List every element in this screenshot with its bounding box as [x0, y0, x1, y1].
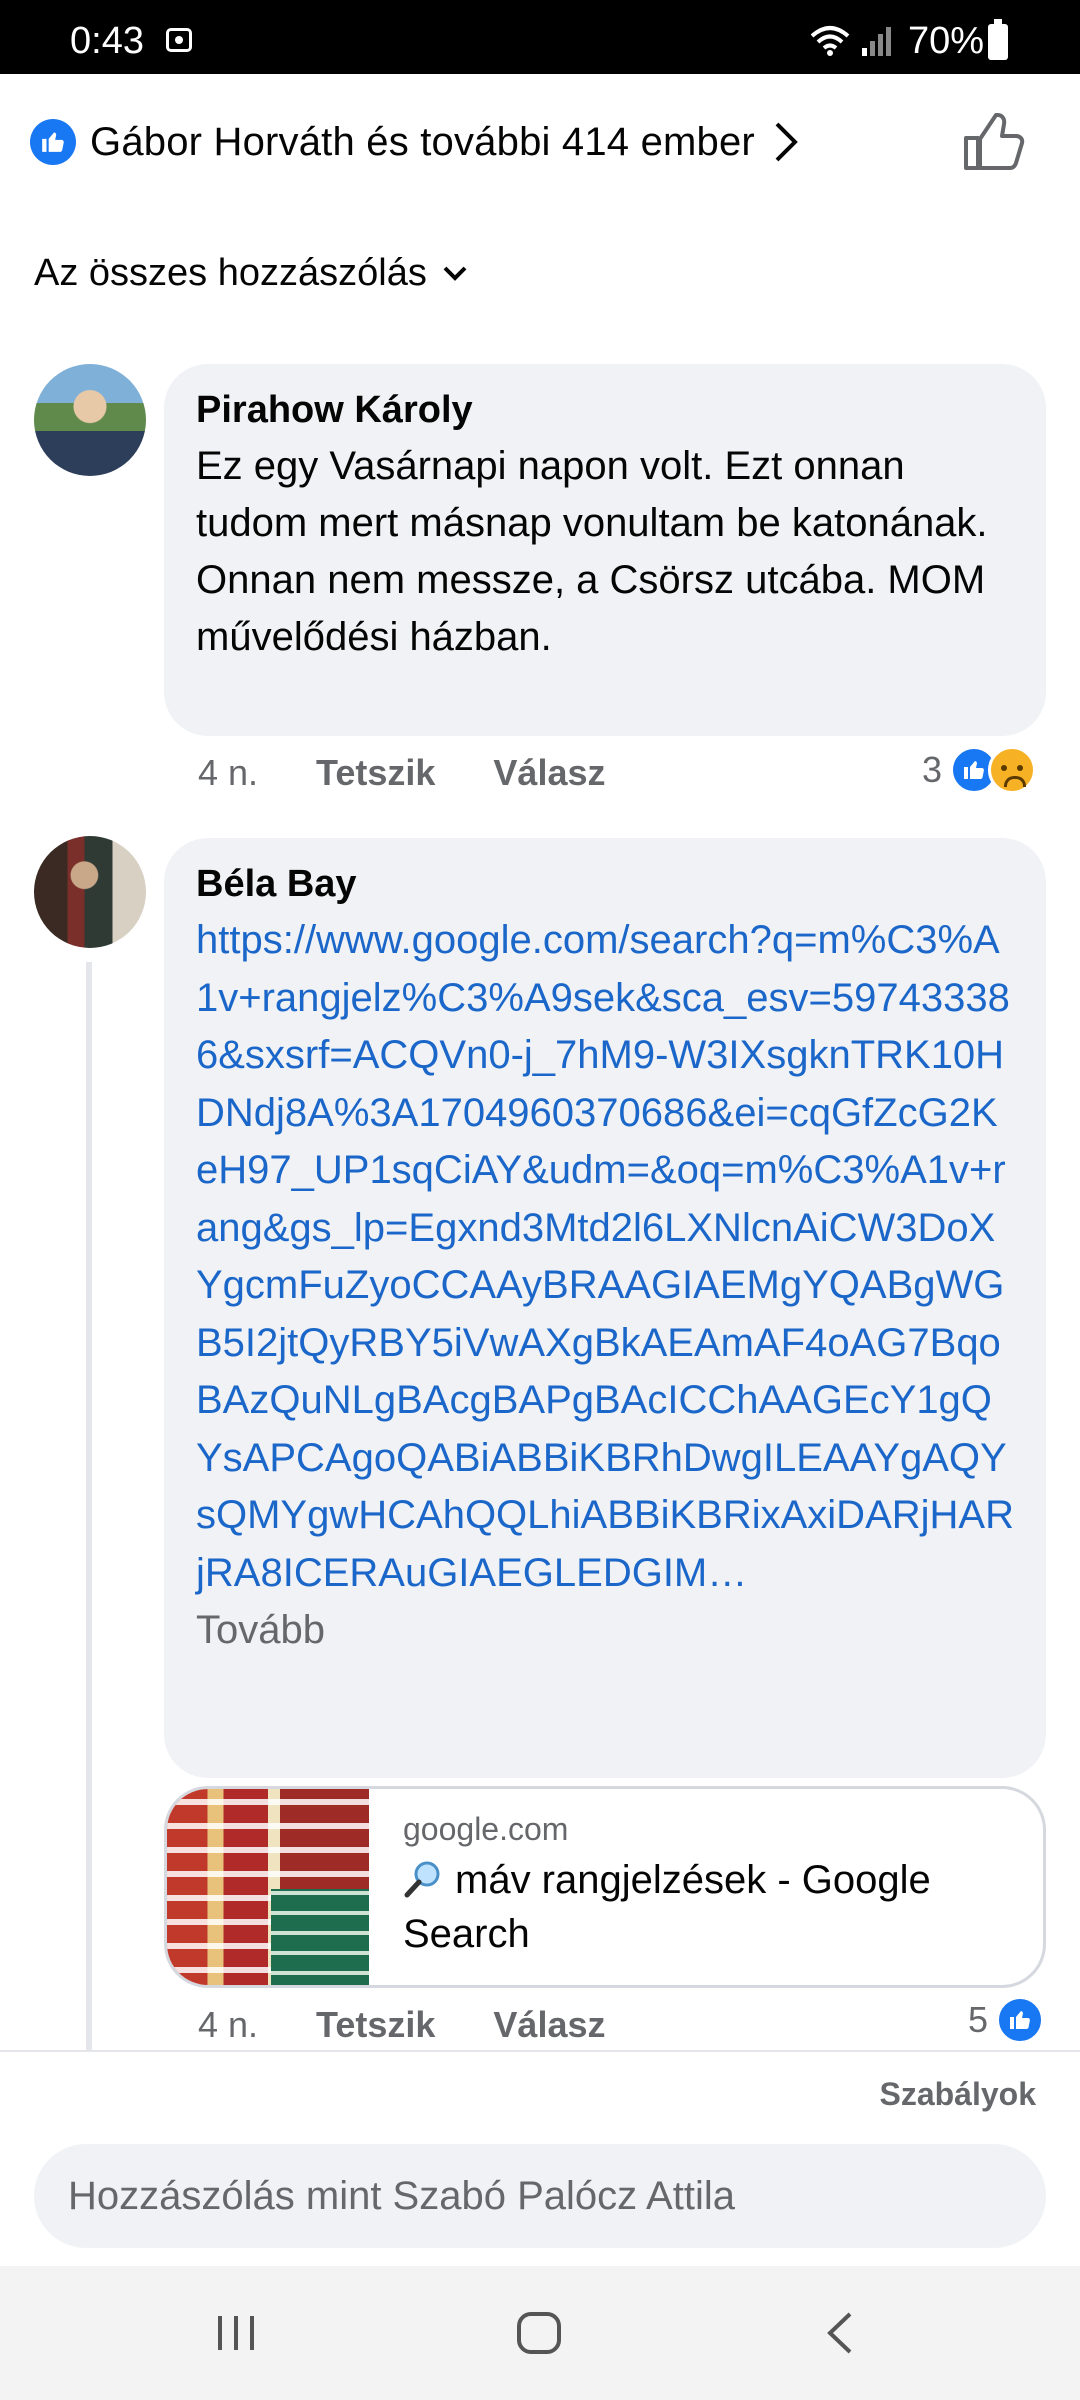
status-time: 0:43 [70, 20, 144, 62]
like-comment-button[interactable]: Tetszik [316, 2004, 435, 2046]
like-reaction-icon [996, 1996, 1045, 2044]
comment-reactions[interactable]: 3 [922, 746, 1037, 794]
comment-author[interactable]: Béla Bay [196, 860, 1014, 908]
comment-composer-area: Szabályok Hozzászólás mint Szabó Palócz … [0, 2050, 1080, 2266]
reaction-count: 3 [922, 749, 943, 790]
recent-apps-icon[interactable] [214, 2310, 258, 2356]
notification-icon [166, 28, 192, 52]
comment-bubble: Pirahow Károly Ez egy Vasárnapi napon vo… [164, 364, 1046, 736]
comment-filter-label: Az összes hozzászólás [34, 252, 427, 294]
back-icon[interactable] [822, 2310, 858, 2356]
comment-input[interactable]: Hozzászólás mint Szabó Palócz Attila [34, 2144, 1046, 2248]
link-preview-title: máv rangjelzések - Google Search [403, 1853, 1023, 1961]
link-preview-card[interactable]: google.com máv rangjelzések - Google Sea… [164, 1786, 1046, 1988]
status-bar: 0:43 70% [0, 0, 1080, 74]
reply-button[interactable]: Válasz [493, 752, 605, 794]
battery-icon [988, 19, 1008, 60]
link-preview-image [167, 1789, 369, 1985]
comment-link[interactable]: https://www.google.com/search?q=m%C3%A1v… [196, 912, 1014, 1602]
comment-author[interactable]: Pirahow Károly [196, 386, 1014, 434]
chevron-right-icon [775, 122, 798, 162]
reply-button[interactable]: Válasz [493, 2004, 605, 2046]
wifi-icon [810, 26, 850, 56]
reactions-summary[interactable]: Gábor Horváth és további 414 ember [30, 112, 850, 172]
comment-time[interactable]: 4 n. [198, 752, 258, 794]
chevron-down-icon [443, 266, 467, 281]
comment-reactions[interactable]: 5 [968, 1996, 1045, 2044]
comment-actions: 4 n. Tetszik Válasz [198, 2004, 664, 2046]
magnifier-icon [404, 1861, 440, 1898]
avatar[interactable] [34, 836, 146, 948]
thread-line [86, 962, 92, 2052]
comment-bubble: Béla Bay https://www.google.com/search?q… [164, 838, 1046, 1778]
reactors-label: Gábor Horváth és további 414 ember [90, 119, 755, 164]
like-reaction-icon [30, 119, 76, 165]
like-comment-button[interactable]: Tetszik [316, 752, 435, 794]
sad-reaction-icon [988, 746, 1037, 794]
comment-filter-dropdown[interactable]: Az összes hozzászólás [34, 252, 469, 295]
signal-icon [862, 27, 891, 56]
avatar[interactable] [34, 364, 146, 476]
home-icon[interactable] [514, 2310, 564, 2356]
system-nav-bar [0, 2266, 1080, 2400]
comment-text: Ez egy Vasárnapi napon volt. Ezt onnan t… [196, 444, 988, 659]
comment-time[interactable]: 4 n. [198, 2004, 258, 2046]
rules-link[interactable]: Szabályok [879, 2076, 1036, 2113]
link-preview-domain: google.com [403, 1811, 569, 1847]
reaction-count: 5 [968, 1999, 989, 2040]
comment-actions: 4 n. Tetszik Válasz [198, 752, 664, 794]
see-more-link[interactable]: Tovább [196, 1602, 1014, 1658]
battery-percent: 70% [908, 20, 985, 62]
link-preview-title-text: máv rangjelzések - Google Search [403, 1858, 931, 1956]
like-button-icon[interactable] [962, 112, 1026, 172]
